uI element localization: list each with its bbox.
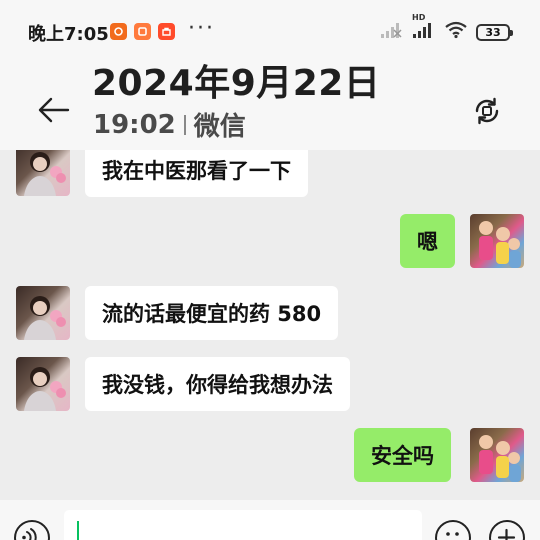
app-notification-icon [110, 23, 127, 40]
rotate-icon [475, 97, 499, 125]
message-bubble[interactable]: 嗯 [400, 214, 455, 268]
divider [183, 114, 186, 135]
status-bar: 晚上7:05 ··· HD 33 [0, 0, 540, 62]
time-label: 19:02 [93, 109, 176, 140]
person-photo-icon [24, 152, 66, 196]
message-input[interactable] [64, 510, 422, 540]
message-bubble[interactable]: 我在中医那看了一下 [85, 150, 308, 197]
text-caret [77, 521, 79, 540]
emoji-button[interactable] [435, 520, 471, 540]
my-avatar[interactable] [470, 214, 524, 268]
message-bubble[interactable]: 流的话最便宜的药 580 [85, 286, 339, 340]
input-bar [0, 500, 540, 540]
back-button[interactable] [36, 96, 72, 124]
status-time: 晚上7:05 [28, 24, 109, 45]
more-functions-button[interactable] [489, 520, 525, 540]
message-list[interactable]: 我在中医那看了一下 嗯 流的话最便宜的药 580 我没钱，你得给我想办法 安全吗 [0, 150, 540, 500]
app-notification-icon [158, 23, 175, 40]
contact-avatar[interactable] [16, 357, 70, 411]
no-signal-icon [380, 21, 404, 43]
contact-avatar[interactable] [16, 286, 70, 340]
status-indicators: HD 33 [380, 13, 513, 43]
contact-avatar[interactable] [16, 150, 70, 196]
my-avatar[interactable] [470, 428, 524, 482]
message-bubble[interactable]: 我没钱，你得给我想办法 [85, 357, 350, 411]
date-watermark: 2024年9月22日 [92, 63, 381, 104]
more-notifications-icon: ··· [188, 16, 215, 41]
kids-photo-icon [479, 435, 521, 482]
kids-photo-icon [479, 221, 521, 268]
app-name-label: 微信 [193, 112, 246, 142]
chat-header: 2024年9月22日 19:02 微信 [0, 62, 540, 150]
hd-label: HD [412, 13, 426, 22]
screen-rotate-button[interactable] [472, 96, 502, 126]
person-photo-icon [24, 296, 66, 340]
person-photo-icon [24, 367, 66, 411]
plus-icon [497, 528, 516, 540]
wifi-icon [444, 21, 468, 43]
time-app-line: 19:02 微信 [93, 106, 246, 143]
voice-input-button[interactable] [14, 520, 50, 540]
signal-strength-icon: HD [412, 13, 436, 43]
app-notification-icon [134, 23, 151, 40]
arrow-left-icon [38, 97, 70, 123]
smiley-icon [446, 532, 459, 536]
message-bubble[interactable]: 安全吗 [354, 428, 451, 482]
voice-icon [22, 528, 37, 540]
battery-icon: 33 [476, 23, 513, 41]
